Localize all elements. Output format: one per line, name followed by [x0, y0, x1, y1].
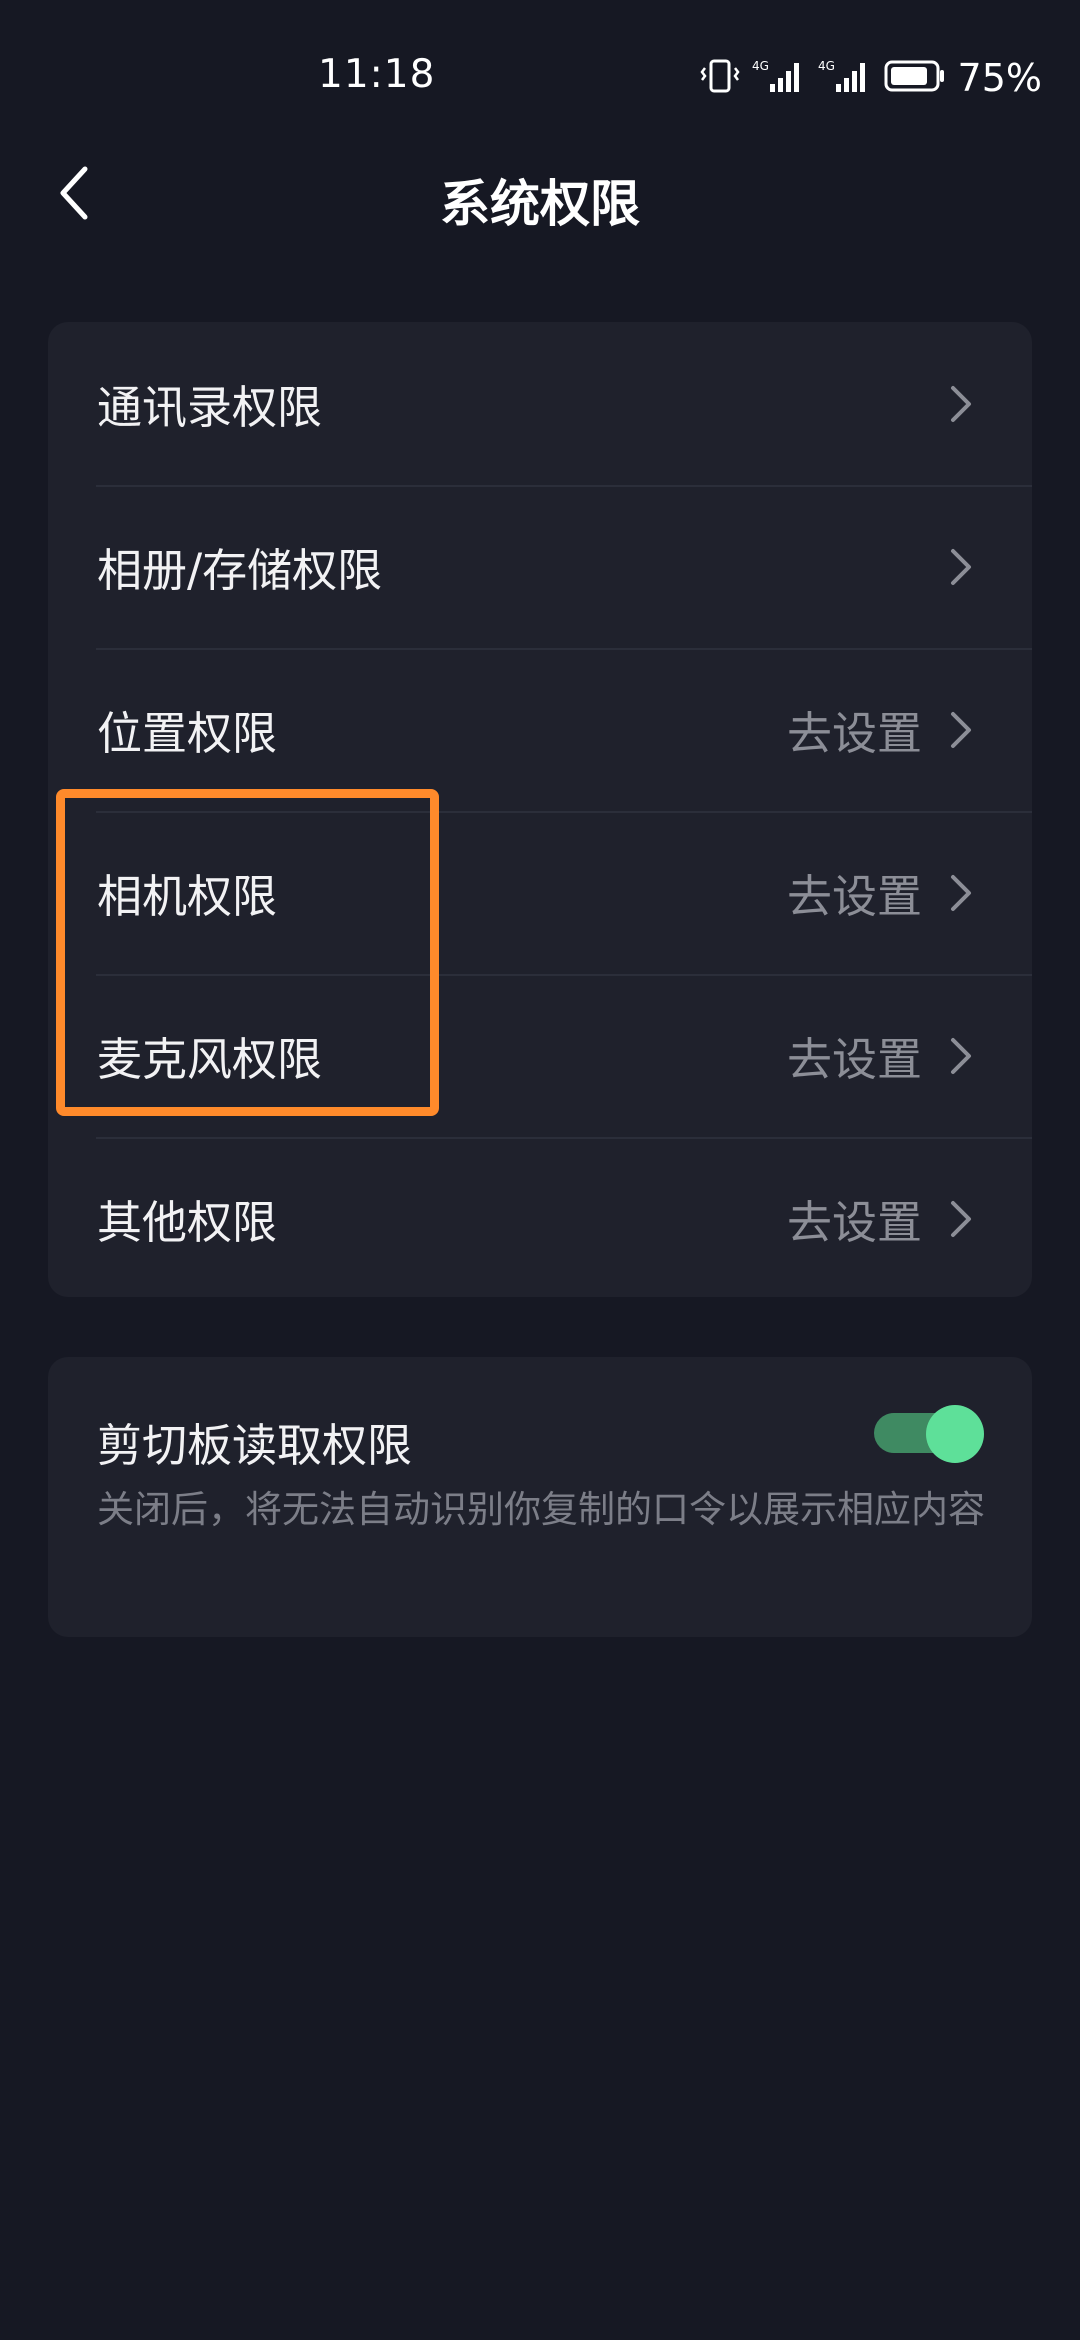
clipboard-description: 关闭后，将无法自动识别你复制的口令以展示相应内容	[97, 1488, 985, 1531]
permission-label: 通讯录权限	[97, 381, 323, 434]
chevron-right-icon	[946, 710, 976, 750]
page-title: 系统权限	[440, 175, 640, 233]
battery-icon	[884, 59, 946, 97]
status-bar: 11:18 4G 4G 75%	[0, 0, 1080, 150]
permission-row-location[interactable]: 位置权限 去设置	[48, 648, 1032, 811]
status-icons: 4G 4G 75%	[699, 56, 1042, 100]
permission-label: 相册/存储权限	[97, 544, 383, 597]
vibrate-icon	[699, 58, 740, 98]
permission-row-album-storage[interactable]: 相册/存储权限	[48, 485, 1032, 648]
chevron-right-icon	[946, 547, 976, 587]
signal-4g-icon: 4G	[752, 58, 806, 98]
toggle-knob	[926, 1405, 984, 1463]
permission-label: 相机权限	[97, 870, 278, 923]
permission-row-microphone[interactable]: 麦克风权限 去设置	[48, 974, 1032, 1137]
chevron-right-icon	[946, 384, 976, 424]
status-time: 11:18	[318, 52, 436, 97]
permission-action: 去设置	[786, 870, 922, 923]
permission-action: 去设置	[786, 1196, 922, 1249]
clipboard-card: 剪切板读取权限 关闭后，将无法自动识别你复制的口令以展示相应内容	[48, 1357, 1032, 1637]
permission-label: 其他权限	[97, 1196, 278, 1249]
permissions-card: 通讯录权限 相册/存储权限 位置权限 去设置 相机权限 去设置 麦克风权限 去设…	[48, 322, 1032, 1297]
chevron-right-icon	[946, 1036, 976, 1076]
permission-label: 麦克风权限	[97, 1033, 323, 1086]
clipboard-toggle[interactable]	[874, 1405, 984, 1463]
battery-percent: 75%	[957, 56, 1042, 100]
svg-text:4G: 4G	[818, 59, 835, 73]
clipboard-title: 剪切板读取权限	[97, 1419, 413, 1472]
nav-bar: 系统权限	[0, 150, 1080, 240]
chevron-right-icon	[946, 873, 976, 913]
permission-row-camera[interactable]: 相机权限 去设置	[48, 811, 1032, 974]
permission-action: 去设置	[786, 1033, 922, 1086]
permission-action: 去设置	[786, 707, 922, 760]
permission-label: 位置权限	[97, 707, 278, 760]
signal-4g-icon: 4G	[818, 58, 872, 98]
permission-row-contacts[interactable]: 通讯录权限	[48, 322, 1032, 485]
chevron-right-icon	[946, 1199, 976, 1239]
svg-text:4G: 4G	[752, 59, 769, 73]
permission-row-other[interactable]: 其他权限 去设置	[48, 1137, 1032, 1297]
